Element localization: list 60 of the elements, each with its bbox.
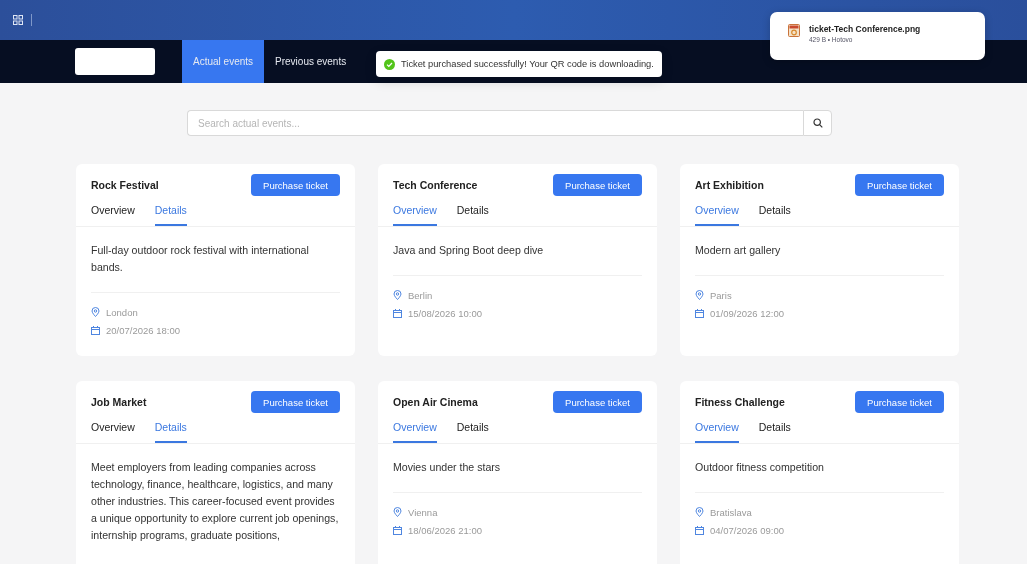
event-title: Art Exhibition (695, 179, 764, 191)
event-date: 01/09/2026 12:00 (710, 307, 784, 319)
purchase-button[interactable]: Purchase ticket (251, 391, 340, 413)
card-tab[interactable]: Details (154, 419, 187, 443)
location-pin-icon (695, 290, 704, 300)
event-title: Tech Conference (393, 179, 478, 191)
card-tab[interactable]: Details (154, 202, 187, 226)
calendar-icon (393, 308, 402, 318)
card-tab[interactable]: Overview (695, 419, 739, 443)
event-description: Movies under the stars (393, 460, 502, 475)
event-date: 20/07/2026 18:00 (106, 324, 180, 336)
card-tab[interactable]: Details (758, 202, 791, 226)
apps-grid-icon[interactable] (13, 15, 23, 25)
event-location: Vienna (408, 506, 438, 518)
card-tab[interactable]: Overview (91, 419, 135, 443)
event-title: Open Air Cinema (393, 396, 478, 408)
event-location: Paris (710, 289, 732, 301)
search-button[interactable] (803, 110, 832, 136)
event-description: Modern art gallery (695, 243, 782, 258)
purchase-button[interactable]: Purchase ticket (855, 174, 944, 196)
event-description: Full-day outdoor rock festival with international bands. (91, 243, 310, 275)
card-tab[interactable]: Details (456, 202, 489, 226)
nav-tab[interactable]: Actual events (182, 40, 265, 83)
location-pin-icon (393, 290, 402, 300)
event-title: Rock Festival (91, 179, 159, 191)
event-location: Berlin (408, 289, 433, 301)
search-icon (812, 118, 823, 128)
event-description: Outdoor fitness competition (695, 460, 825, 475)
download-filename[interactable]: ticket-Tech Conference.png (809, 24, 921, 34)
calendar-icon (91, 325, 100, 335)
search-field[interactable]: Search actual events... (187, 110, 803, 136)
card-tab[interactable]: Overview (695, 202, 739, 226)
location-pin-icon (91, 307, 100, 317)
card-tab[interactable]: Details (758, 419, 791, 443)
purchase-button[interactable]: Purchase ticket (251, 174, 340, 196)
purchase-button[interactable]: Purchase ticket (553, 391, 642, 413)
event-description: Meet employers from leading companies across technology, finance, healthcare, logistics, and many other industries. This career-focused event provides a unique opportunity to explore current job openings, internship programs, graduate positions, (91, 460, 340, 543)
purchase-button[interactable]: Purchase ticket (855, 391, 944, 413)
event-date: 15/08/2026 10:00 (408, 307, 482, 319)
check-circle-icon (384, 58, 395, 70)
image-file-icon (788, 24, 800, 37)
toast-message: Ticket purchased successfully! Your QR code is downloading. (401, 59, 654, 69)
event-title: Fitness Challenge (695, 396, 785, 408)
card-tab[interactable]: Overview (393, 419, 437, 443)
calendar-icon (695, 308, 704, 318)
card-tab[interactable]: Overview (393, 202, 437, 226)
calendar-icon (695, 525, 704, 535)
nav-tab[interactable]: Previous events (264, 40, 358, 83)
event-date: 04/07/2026 09:00 (710, 524, 784, 536)
event-date: 18/06/2026 21:00 (408, 524, 482, 536)
purchase-button[interactable]: Purchase ticket (553, 174, 642, 196)
event-location: London (106, 306, 138, 318)
location-pin-icon (393, 507, 402, 517)
event-location: Bratislava (710, 506, 752, 518)
calendar-icon (393, 525, 402, 535)
event-description: Java and Spring Boot deep dive (393, 243, 545, 258)
event-title: Job Market (91, 396, 147, 408)
card-tab[interactable]: Overview (91, 202, 135, 226)
location-pin-icon (695, 507, 704, 517)
card-tab[interactable]: Details (456, 419, 489, 443)
